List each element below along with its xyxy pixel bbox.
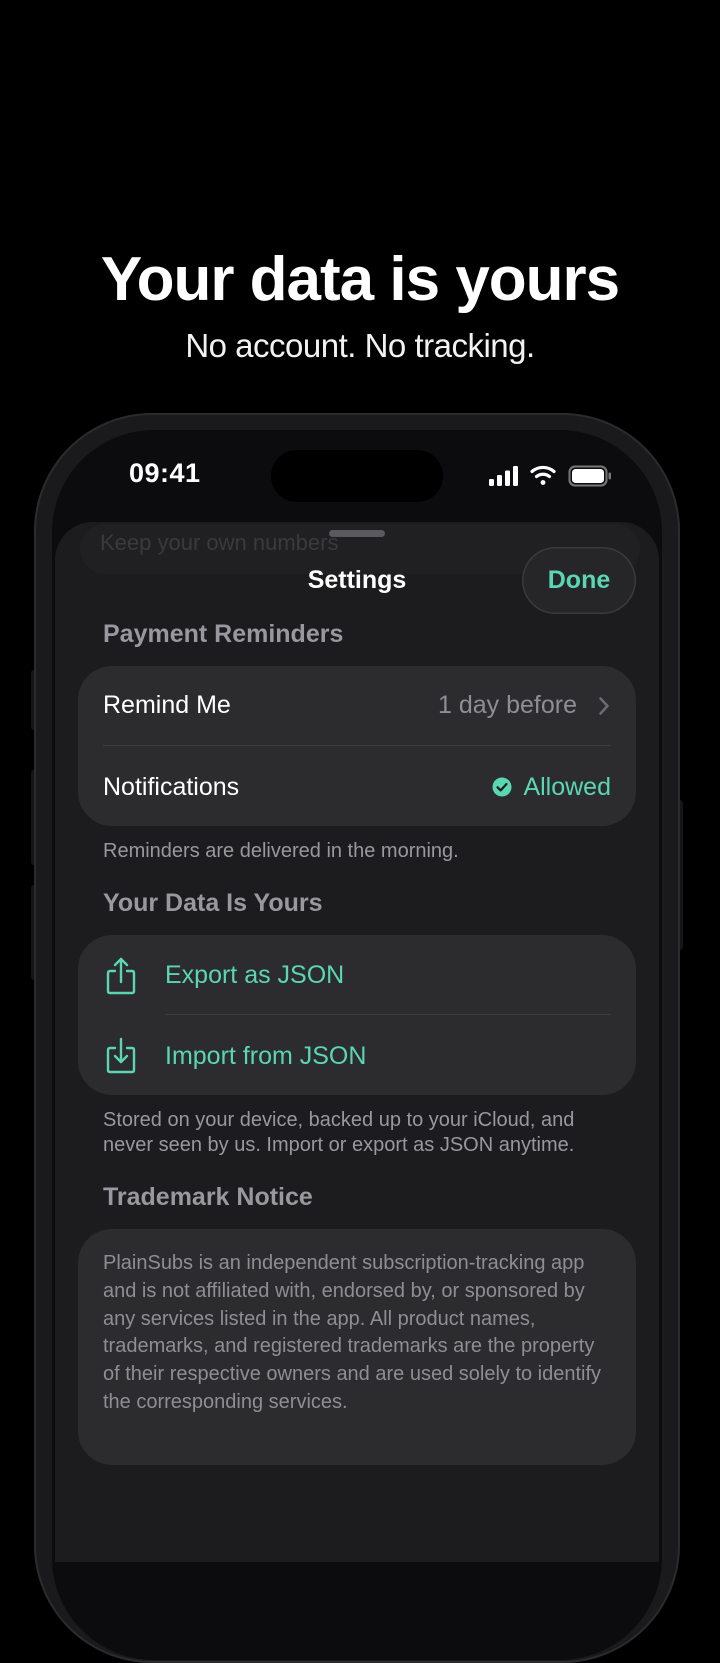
status-icons	[489, 465, 611, 487]
reminders-footer: Reminders are delivered in the morning.	[103, 840, 459, 862]
import-json-button[interactable]: Import from JSON	[78, 1015, 636, 1095]
battery-icon	[568, 465, 611, 487]
remind-me-row[interactable]: Remind Me 1 day before	[78, 666, 636, 746]
section-header-trademark: Trademark Notice	[103, 1183, 313, 1211]
trademark-notice-text: PlainSubs is an independent subscription…	[103, 1252, 602, 1413]
dynamic-island	[271, 450, 443, 502]
remind-me-label: Remind Me	[103, 691, 231, 719]
notifications-row[interactable]: Notifications Allowed	[78, 746, 636, 826]
share-upload-icon	[106, 957, 136, 995]
background-text: Keep your own numbers	[100, 530, 339, 555]
export-json-label: Export as JSON	[165, 961, 345, 989]
sheet-grabber[interactable]	[329, 530, 385, 537]
remind-me-value: 1 day before	[438, 691, 577, 719]
hero-title: Your data is yours	[100, 245, 620, 314]
notifications-status: Allowed	[523, 773, 611, 801]
export-json-button[interactable]: Export as JSON	[78, 935, 636, 1015]
import-json-label: Import from JSON	[165, 1042, 367, 1070]
your-data-footer-line1: Stored on your device, backed up to your…	[103, 1109, 575, 1131]
section-header-payment-reminders: Payment Reminders	[103, 620, 344, 648]
notifications-label: Notifications	[103, 773, 240, 801]
chevron-right-icon	[599, 697, 609, 715]
checkmark-circle-icon	[492, 777, 512, 797]
your-data-footer-line2: never seen by us. Import or export as JS…	[103, 1134, 575, 1156]
hero-subtitle: No account. No tracking.	[185, 327, 535, 364]
status-time: 09:41	[129, 458, 201, 488]
wifi-icon	[530, 465, 556, 485]
done-button[interactable]: Done	[522, 547, 636, 614]
download-tray-icon	[106, 1037, 136, 1074]
signal-icon	[489, 466, 518, 486]
section-header-your-data: Your Data Is Yours	[103, 889, 323, 917]
